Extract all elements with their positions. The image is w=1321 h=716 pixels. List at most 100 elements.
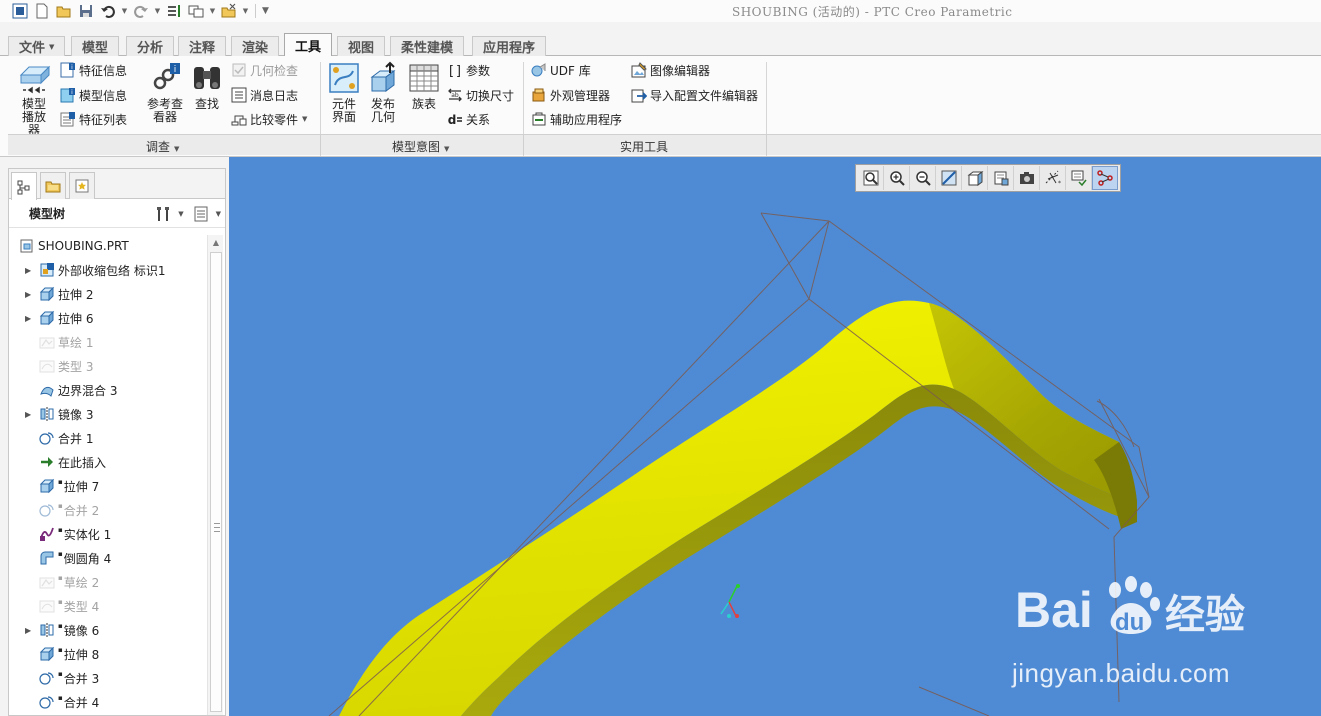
tree-item[interactable]: 合并 2: [9, 499, 99, 521]
zoom-in-icon[interactable]: [884, 166, 910, 190]
switch-dimensions-button[interactable]: ab 切换尺寸: [447, 85, 514, 105]
feature-list-button[interactable]: 特征列表: [60, 109, 127, 129]
tab-applications[interactable]: 应用程序: [472, 36, 547, 56]
save-icon[interactable]: [76, 1, 96, 21]
image-editor-button[interactable]: 图像编辑器: [631, 60, 710, 80]
tree-item[interactable]: 拉伸 8: [9, 643, 99, 665]
display-style-icon[interactable]: [962, 166, 988, 190]
tab-file[interactable]: 文件 ▼: [8, 36, 66, 56]
app-menu-icon[interactable]: [10, 1, 30, 21]
component-interface-button[interactable]: 元件界面: [326, 61, 362, 124]
tab-annotate[interactable]: 注释: [178, 36, 227, 56]
tree-root[interactable]: SHOUBING.PRT: [3, 235, 129, 257]
spin-center-icon[interactable]: [1066, 166, 1092, 190]
expand-arrow-icon[interactable]: ▶: [25, 410, 35, 419]
tree-item[interactable]: ▶ 拉伸 6: [9, 307, 93, 329]
saved-orientations-icon[interactable]: [988, 166, 1014, 190]
scrollbar-thumb[interactable]: [210, 252, 222, 712]
tab-view[interactable]: 视图: [337, 36, 386, 56]
geometry-check-button[interactable]: 几何检查: [231, 60, 298, 80]
feature-info-label: 特征信息: [79, 63, 128, 78]
import-config-editor-button[interactable]: 导入配置文件编辑器: [631, 85, 758, 105]
open-file-icon[interactable]: [54, 1, 74, 21]
tree-item[interactable]: ▶ 外部收缩包络 标识1: [9, 259, 165, 281]
relations-button[interactable]: d 关系: [447, 109, 490, 129]
tree-item-label: 类型 3: [58, 359, 94, 374]
tree-item[interactable]: 草绘 1: [9, 331, 93, 353]
parameters-button[interactable]: [] 参数: [447, 60, 490, 80]
import-config-editor-label: 导入配置文件编辑器: [650, 88, 759, 103]
settings-list-icon[interactable]: [192, 205, 210, 223]
windows-dropdown-icon[interactable]: ▼: [208, 1, 217, 21]
find-button[interactable]: 查找: [190, 61, 224, 111]
reference-viewer-button[interactable]: i 参考查看器: [142, 61, 188, 124]
favorites-tab[interactable]: [69, 172, 95, 199]
compare-part-button[interactable]: 比较零件 ▼: [231, 109, 307, 129]
tab-tools[interactable]: 工具: [284, 33, 333, 57]
model-tree-tab[interactable]: [11, 172, 37, 200]
undo-icon[interactable]: [98, 1, 118, 21]
tree-item[interactable]: 在此插入: [9, 451, 106, 473]
tree-item[interactable]: ▶ 镜像 3: [9, 403, 93, 425]
expand-arrow-icon[interactable]: ▶: [25, 314, 35, 323]
chevron-down-icon[interactable]: ▼: [216, 210, 221, 218]
close-window-icon[interactable]: [219, 1, 239, 21]
group-label-investigate[interactable]: 调查 ▼: [146, 138, 179, 155]
model-player-button[interactable]: 模型播放器: [12, 61, 56, 137]
model-tree-title: 模型树: [29, 207, 66, 221]
tree-item[interactable]: ▶ 拉伸 2: [9, 283, 93, 305]
family-table-button[interactable]: 族表: [406, 61, 442, 111]
tab-render[interactable]: 渲染: [231, 36, 280, 56]
windows-icon[interactable]: [186, 1, 206, 21]
tree-item[interactable]: 合并 1: [9, 427, 93, 449]
expand-arrow-icon[interactable]: ▶: [25, 290, 35, 299]
tab-flexible-modeling[interactable]: 柔性建模: [390, 36, 465, 56]
expand-arrow-icon[interactable]: ▶: [25, 266, 35, 275]
reference-viewer-icon: i: [153, 63, 180, 90]
watermark-url: jingyan.baidu.com: [1012, 658, 1231, 688]
message-log-button[interactable]: 消息日志: [231, 85, 298, 105]
chevron-down-icon[interactable]: ▼: [178, 210, 183, 218]
tab-analysis[interactable]: 分析: [126, 36, 175, 56]
model-tree-scrollbar[interactable]: ▲: [207, 235, 223, 715]
folder-browser-tab[interactable]: [40, 172, 66, 199]
tree-item[interactable]: ▶ 镜像 6: [9, 619, 99, 641]
tree-item[interactable]: 草绘 2: [9, 571, 99, 593]
repaint-icon[interactable]: [936, 166, 962, 190]
expand-arrow-icon[interactable]: ▶: [25, 626, 35, 635]
zoom-out-icon[interactable]: [910, 166, 936, 190]
customize-qat-icon[interactable]: ▼: [261, 1, 270, 21]
publish-geometry-button[interactable]: 发布几何: [365, 61, 401, 124]
auxiliary-app-button[interactable]: 辅助应用程序: [531, 109, 622, 129]
group-label-model-intent[interactable]: 模型意图 ▼: [392, 138, 449, 155]
new-file-icon[interactable]: [32, 1, 52, 21]
regenerate-icon[interactable]: [164, 1, 184, 21]
baidu-watermark: Bai du 经验: [1015, 572, 1265, 655]
tree-item[interactable]: 类型 3: [9, 355, 93, 377]
refit-icon[interactable]: [858, 166, 884, 190]
undo-dropdown-icon[interactable]: ▼: [120, 1, 129, 21]
udf-library-button[interactable]: UDF 库: [531, 60, 591, 80]
feature-info-button[interactable]: i 特征信息: [60, 60, 127, 80]
tab-model[interactable]: 模型: [71, 36, 120, 56]
scroll-up-icon[interactable]: ▲: [208, 235, 224, 251]
tree-item[interactable]: 合并 3: [9, 667, 99, 689]
group-label-text: 实用工具: [620, 140, 669, 154]
tree-item[interactable]: 实体化 1: [9, 523, 111, 545]
tools-icon[interactable]: [154, 205, 172, 223]
extrude-icon: [39, 286, 55, 302]
model-info-button[interactable]: i 模型信息: [60, 85, 127, 105]
appearance-manager-button[interactable]: 外观管理器: [531, 85, 610, 105]
tree-item[interactable]: 类型 4: [9, 595, 99, 617]
tree-item[interactable]: 合并 4: [9, 691, 99, 713]
coordinate-system: [720, 584, 740, 618]
close-window-dropdown-icon[interactable]: ▼: [241, 1, 250, 21]
tree-item[interactable]: 倒圆角 4: [9, 547, 111, 569]
view-manager-icon[interactable]: [1014, 166, 1040, 190]
redo-dropdown-icon[interactable]: ▼: [153, 1, 162, 21]
datum-display-icon[interactable]: *: [1040, 166, 1066, 190]
redo-icon[interactable]: [131, 1, 151, 21]
tree-item[interactable]: 边界混合 3: [9, 379, 117, 401]
tree-item[interactable]: 拉伸 7: [9, 475, 99, 497]
annotation-display-icon[interactable]: [1092, 166, 1118, 190]
